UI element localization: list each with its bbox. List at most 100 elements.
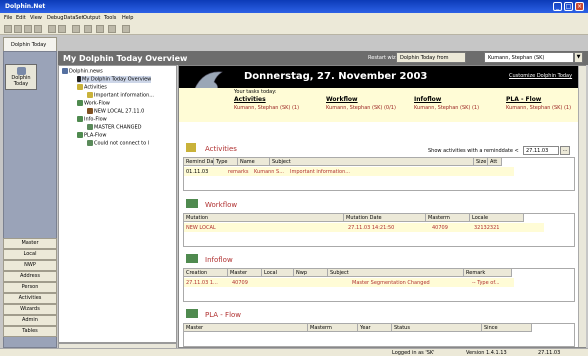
nav-button-master[interactable]: Master [3,238,57,249]
col-header[interactable]: Att [488,158,502,166]
open-icon[interactable] [14,25,22,33]
col-header[interactable]: Local [262,269,294,277]
workflow-title: Workflow [205,201,238,209]
tree-item-infoflow[interactable]: Info-Flow [77,116,107,123]
status-login: Logged in as 'SK' [392,350,435,356]
col-header[interactable]: Remind Date [184,158,214,166]
col-header[interactable]: Remark [464,269,512,277]
col-header[interactable]: Mutation [184,214,344,222]
col-header[interactable]: Since [482,324,532,332]
tasks-workflow-value[interactable]: Kumann, Stephan (SK) (0/1) [326,105,396,111]
menu-tools[interactable]: Tools [104,15,116,21]
back-icon[interactable] [58,25,66,33]
nav-button-address[interactable]: Address [3,271,57,282]
maximize-button[interactable]: □ [564,2,573,11]
tree-item-activities[interactable]: Activities [77,84,107,91]
navigation-tree: Dolphin.news My Dolphin Today Overview A… [58,65,177,343]
col-header[interactable]: Mutation Date [344,214,426,222]
help-icon[interactable] [122,25,130,33]
remind-date-picker-button[interactable]: ... [560,146,570,155]
nav-button-person[interactable]: Person [3,282,57,293]
page-title: My Dolphin Today Overview [63,54,188,63]
col-header[interactable]: Subject [328,269,464,277]
delete-icon[interactable] [48,25,56,33]
tasks-infoflow-head[interactable]: Infoflow [414,96,441,103]
table-row[interactable]: NEW LOCAL 27.11.03 14:21:50 40709 321323… [184,223,544,232]
menu-file[interactable]: File [4,15,12,21]
chart-icon[interactable] [108,25,116,33]
workflow-grid: Mutation Mutation Date Masterm Locale NE… [183,213,575,247]
filter-icon[interactable] [96,25,104,33]
col-header[interactable]: Nwp [294,269,328,277]
col-header[interactable]: Name [238,158,270,166]
tree-item-plaflow[interactable]: PLA-Flow [77,132,106,139]
menu-edit[interactable]: Edit [16,15,26,21]
pencil-icon [77,84,83,90]
dolphin-today-from-label: Dolphin Today from [396,52,466,63]
user-select[interactable]: Kumann, Stephan (SK) [484,52,574,63]
new-icon[interactable] [4,25,12,33]
person-icon [87,108,93,114]
col-header[interactable]: Masterm [308,324,358,332]
tasks-activities-value[interactable]: Kumann, Stephan (SK) (1) [234,105,299,111]
col-header[interactable]: Creation [184,269,228,277]
user-dropdown-button[interactable]: ▼ [574,52,583,63]
infoflow-grid: Creation Master Local Nwp Subject Remark… [183,268,575,302]
status-date: 27.11.03 [538,350,561,356]
col-header[interactable]: Masterm [426,214,470,222]
print-icon[interactable] [72,25,80,33]
tree-item-could-not-connect[interactable]: Could not connect to l [87,140,149,147]
menu-debugdataset[interactable]: DebugDataSet [47,15,84,21]
nav-button-tables[interactable]: Tables [3,326,57,337]
tree-item-important[interactable]: Important information... [87,92,154,99]
arrow-icon [77,76,81,82]
tree-item-workflow[interactable]: Work-Flow [77,100,110,107]
remind-date-input[interactable]: 27.11.03 [523,146,559,155]
nav-button-admin[interactable]: Admin [3,315,57,326]
customize-link[interactable]: Customize Dolphin Today [509,73,572,79]
tasks-workflow-head[interactable]: Workflow [326,96,358,103]
plaflow-icon [77,132,83,138]
pencil-icon [87,92,93,98]
tasks-plaflow-value[interactable]: Kumann, Stephan (SK) (1) [506,105,571,111]
col-header[interactable]: Year [358,324,392,332]
tasks-plaflow-head[interactable]: PLA - Flow [506,96,541,103]
col-header[interactable]: Master [228,269,262,277]
workflow-icon [77,100,83,106]
dolphin-icon [16,67,26,75]
status-bar: Logged in as 'SK' Version 1.4.1.13 27.11… [0,348,588,356]
tree-item-new-local[interactable]: NEW LOCAL 27.11.0 [87,108,144,115]
status-version: Version 1.4.1.13 [466,350,507,356]
col-header[interactable]: Subject [270,158,474,166]
activities-filter-label: Show activities with a reminddate < [428,148,519,154]
tasks-infoflow-value[interactable]: Kumann, Stephan (SK) (1) [414,105,479,111]
save-icon[interactable] [24,25,32,33]
close-button[interactable]: × [575,2,584,11]
content-vertical-scrollbar[interactable] [578,66,586,347]
nav-tab-dolphin-today[interactable]: Dolphin Today [3,37,57,51]
dolphin-today-nav-button[interactable]: Dolphin Today [5,64,37,90]
col-header[interactable]: Master [184,324,308,332]
col-header[interactable]: Type [214,158,238,166]
col-header[interactable]: Locale [470,214,524,222]
table-row[interactable]: 27.11.03 1... 40709 Master Segmentation … [184,278,514,287]
menu-help[interactable]: Help [122,15,133,21]
infoflow-icon [77,116,83,122]
tree-item-overview[interactable]: My Dolphin Today Overview [77,76,152,83]
nav-button-activities[interactable]: Activities [3,293,57,304]
refresh-icon[interactable] [34,25,42,33]
nav-button-wizards[interactable]: Wizards [3,304,57,315]
col-header[interactable]: Size [474,158,488,166]
col-header[interactable]: Status [392,324,482,332]
tree-root[interactable]: Dolphin.news [62,68,103,75]
menu-view[interactable]: View [30,15,42,21]
nav-button-local[interactable]: Local [3,249,57,260]
minimize-button[interactable]: _ [553,2,562,11]
table-row[interactable]: 01.11.03 remarks Kumann S... Important i… [184,167,514,176]
infoflow-icon [186,254,198,263]
tree-item-master-changed[interactable]: MASTER CHANGED [87,124,141,131]
menu-output[interactable]: Output [83,15,100,21]
tasks-activities-head[interactable]: Activities [234,96,266,103]
preview-icon[interactable] [84,25,92,33]
nav-button-nwp[interactable]: NWP [3,260,57,271]
